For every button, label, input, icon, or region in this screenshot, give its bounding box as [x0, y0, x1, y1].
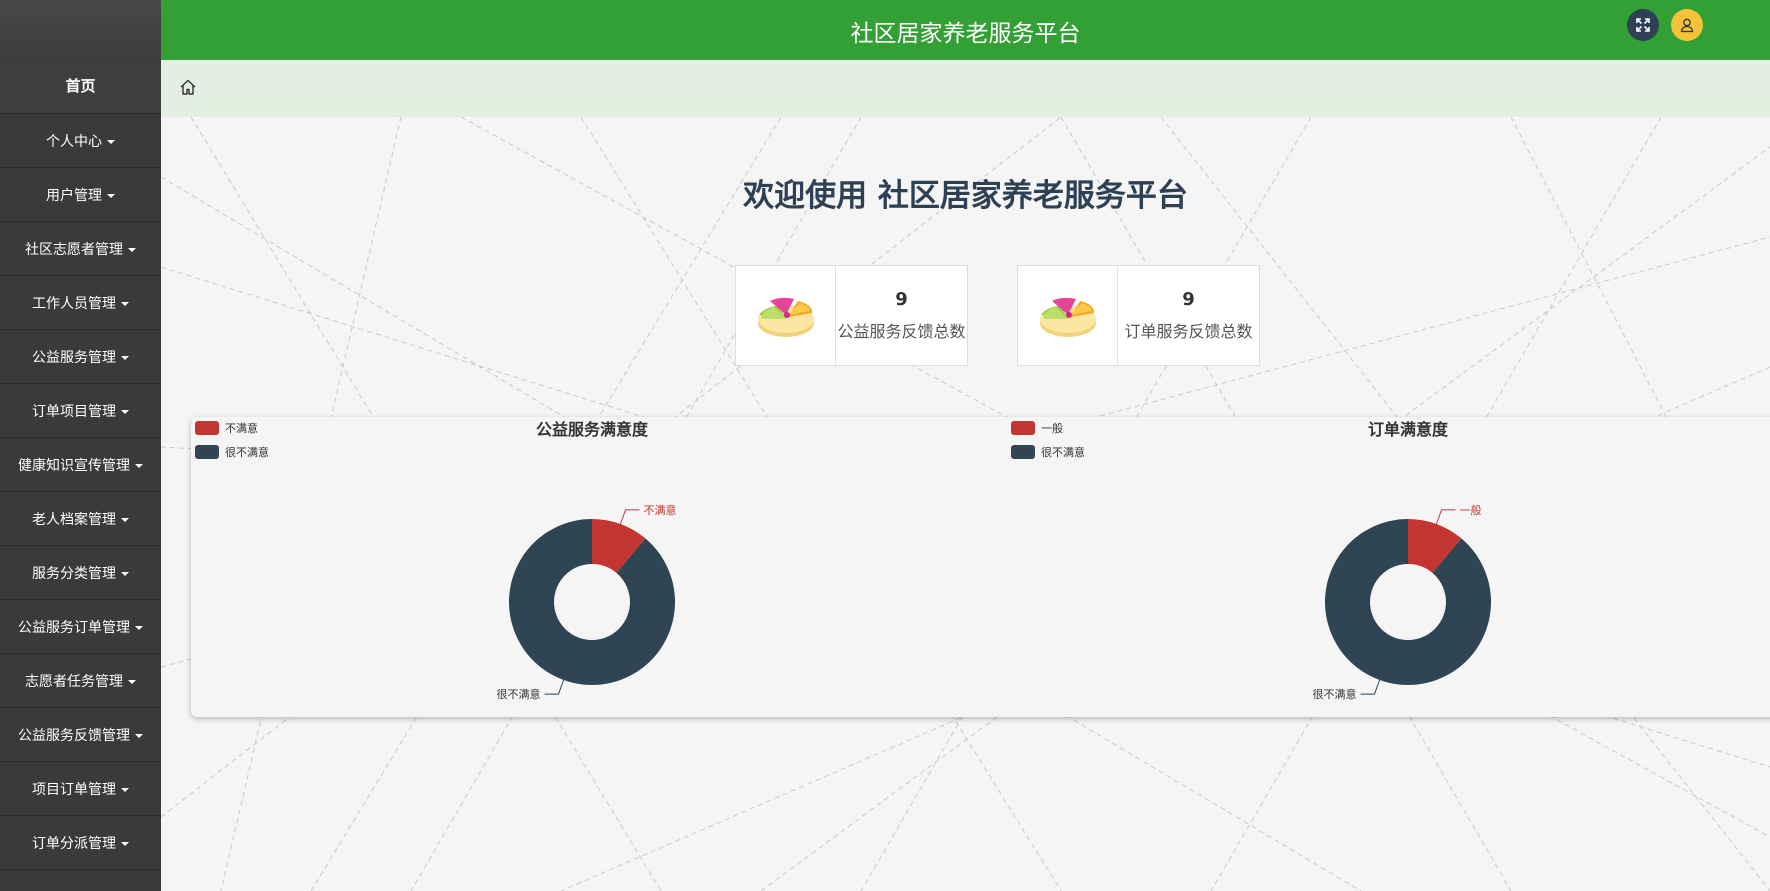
- sidebar-item-label: 健康知识宣传管理: [18, 457, 130, 474]
- pie-slice: [1325, 519, 1491, 685]
- chart-panel: 公益服务满意度 不满意 很不满意 不满意 很不满意 订单满意度 一般 很不满意 一般 很不满意: [191, 417, 1770, 717]
- sidebar-item-label: 项目订单管理: [32, 781, 116, 798]
- caret-down-icon: [135, 625, 143, 630]
- sidebar-item[interactable]: 服务分类管理: [0, 546, 161, 600]
- breadcrumb: [161, 60, 1770, 117]
- fullscreen-button[interactable]: [1627, 9, 1659, 41]
- sidebar-item[interactable]: 用户管理: [0, 168, 161, 222]
- home-icon[interactable]: [179, 78, 197, 100]
- expand-icon: [1636, 18, 1650, 32]
- slice-label: 不满意: [644, 503, 677, 517]
- caret-down-icon: [107, 139, 115, 144]
- sidebar-item[interactable]: 老人档案管理: [0, 492, 161, 546]
- pie-chart-icon-box: [1018, 266, 1118, 365]
- stat-label: 公益服务反馈总数: [837, 322, 966, 341]
- stat-value: 9: [1182, 289, 1195, 310]
- sidebar-item-label: 公益服务反馈管理: [18, 727, 130, 744]
- stat-card-public-feedback: 9 公益服务反馈总数: [735, 265, 968, 366]
- caret-down-icon: [121, 409, 129, 414]
- sidebar: 首页个人中心用户管理社区志愿者管理 工作人员管理 公益服务管理 订单项目管理 健康知识宣…: [0, 0, 161, 891]
- legend-swatch: [1011, 445, 1035, 459]
- chart-public-service-satisfaction: 公益服务满意度不满意很不满意不满意很不满意: [195, 420, 677, 701]
- pie-chart-icon-box: [736, 266, 836, 365]
- caret-down-icon: [121, 301, 129, 306]
- sidebar-item[interactable]: 公益服务订单管理: [0, 600, 161, 654]
- sidebar-item[interactable]: 健康知识宣传管理: [0, 438, 161, 492]
- stat-label: 订单服务反馈总数: [1124, 322, 1253, 341]
- sidebar-item-label: 首页: [65, 77, 96, 95]
- slice-label: 一般: [1460, 504, 1482, 517]
- caret-down-icon: [121, 517, 129, 522]
- sidebar-item-label: 订单分派管理: [32, 835, 116, 852]
- stat-card-order-feedback: 9 订单服务反馈总数: [1017, 265, 1260, 366]
- sidebar-item-label: 公益服务订单管理: [18, 619, 130, 636]
- top-header: 社区居家养老服务平台: [161, 0, 1770, 60]
- legend-label: 很不满意: [1041, 445, 1085, 459]
- stat-value: 9: [895, 289, 908, 310]
- sidebar-item-label: 订单项目管理: [32, 403, 116, 420]
- sidebar-item-label: 个人中心: [46, 133, 102, 150]
- legend-swatch: [1011, 421, 1035, 435]
- caret-down-icon: [107, 193, 115, 198]
- sidebar-header: [0, 0, 161, 58]
- label-line: [544, 679, 565, 695]
- label-line: [619, 509, 640, 525]
- sidebar-item[interactable]: 首页: [0, 58, 161, 114]
- app-title: 社区居家养老服务平台: [850, 21, 1081, 47]
- welcome-heading: 欢迎使用 社区居家养老服务平台: [743, 178, 1188, 214]
- caret-down-icon: [121, 787, 129, 792]
- sidebar-item[interactable]: 社区志愿者管理: [0, 222, 161, 276]
- caret-down-icon: [135, 733, 143, 738]
- sidebar-item-label: 用户管理: [46, 187, 102, 204]
- label-line: [1435, 509, 1456, 525]
- legend-swatch: [195, 421, 219, 435]
- pie-chart-icon: [1039, 297, 1096, 337]
- sidebar-item[interactable]: 工作人员管理: [0, 276, 161, 330]
- chart-order-satisfaction: 订单满意度一般很不满意一般很不满意: [1011, 420, 1491, 701]
- caret-down-icon: [128, 247, 136, 252]
- sidebar-item[interactable]: 公益服务反馈管理: [0, 708, 161, 762]
- sidebar-item-label: 公益服务管理: [32, 349, 116, 366]
- sidebar-item-label: 工作人员管理: [32, 295, 116, 312]
- sidebar-item[interactable]: 项目订单管理: [0, 762, 161, 816]
- legend-swatch: [195, 445, 219, 459]
- pie-chart-icon: [757, 297, 814, 337]
- sidebar-item[interactable]: 个人中心: [0, 114, 161, 168]
- slice-label: 很不满意: [1312, 687, 1356, 701]
- sidebar-item[interactable]: 订单分派管理: [0, 816, 161, 870]
- sidebar-item[interactable]: 志愿者任务管理: [0, 654, 161, 708]
- caret-down-icon: [121, 355, 129, 360]
- sidebar-item[interactable]: 订单项目管理: [0, 384, 161, 438]
- legend-label: 一般: [1041, 422, 1063, 435]
- caret-down-icon: [121, 841, 129, 846]
- user-avatar-button[interactable]: [1671, 9, 1703, 41]
- chart-title: 订单满意度: [1368, 420, 1449, 439]
- pie-slice: [509, 519, 675, 685]
- caret-down-icon: [121, 571, 129, 576]
- slice-label: 很不满意: [496, 687, 540, 701]
- sidebar-nav: 首页个人中心用户管理社区志愿者管理 工作人员管理 公益服务管理 订单项目管理 健康知识宣…: [0, 58, 161, 870]
- sidebar-item-label: 志愿者任务管理: [25, 673, 123, 690]
- chart-title: 公益服务满意度: [536, 420, 649, 439]
- user-icon: [1680, 18, 1694, 33]
- caret-down-icon: [128, 679, 136, 684]
- sidebar-item-label: 服务分类管理: [32, 565, 116, 582]
- sidebar-item-label: 社区志愿者管理: [25, 241, 123, 258]
- sidebar-item-label: 老人档案管理: [32, 511, 116, 528]
- caret-down-icon: [135, 463, 143, 468]
- main-content: 欢迎使用 社区居家养老服务平台 9 公益服务反馈总数 9 订单服务反馈总数 公益…: [161, 117, 1770, 891]
- sidebar-item[interactable]: 公益服务管理: [0, 330, 161, 384]
- label-line: [1360, 679, 1381, 695]
- legend-label: 不满意: [225, 421, 258, 435]
- legend-label: 很不满意: [225, 445, 269, 459]
